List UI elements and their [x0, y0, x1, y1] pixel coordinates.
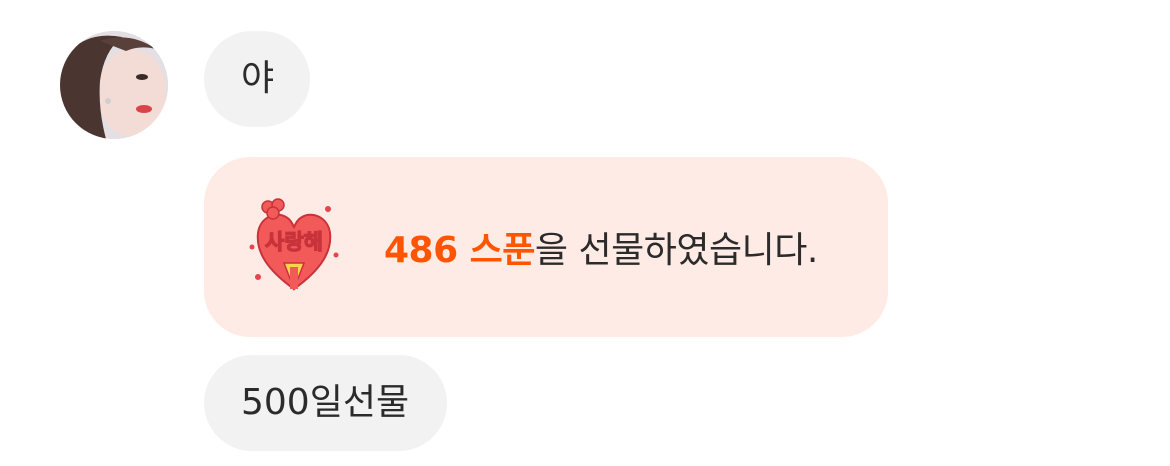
sender-avatar[interactable]	[60, 31, 168, 139]
gift-message-card[interactable]: 사랑해 486 스푼을 선물하였습니다.	[204, 157, 888, 337]
message-text: 야	[241, 58, 275, 99]
avatar-photo	[60, 31, 168, 139]
gift-suffix: 을 선물하였습니다.	[534, 230, 818, 271]
message-text: 500일선물	[241, 382, 410, 423]
message-bubble[interactable]: 야	[204, 31, 311, 127]
gift-message-text: 486 스푼을 선물하였습니다.	[384, 221, 818, 273]
message-bubble[interactable]: 500일선물	[204, 355, 448, 451]
gift-amount: 486 스푼	[384, 230, 535, 271]
svg-text:사랑해: 사랑해	[265, 230, 323, 254]
love-heart-sticker-icon: 사랑해	[249, 198, 339, 292]
